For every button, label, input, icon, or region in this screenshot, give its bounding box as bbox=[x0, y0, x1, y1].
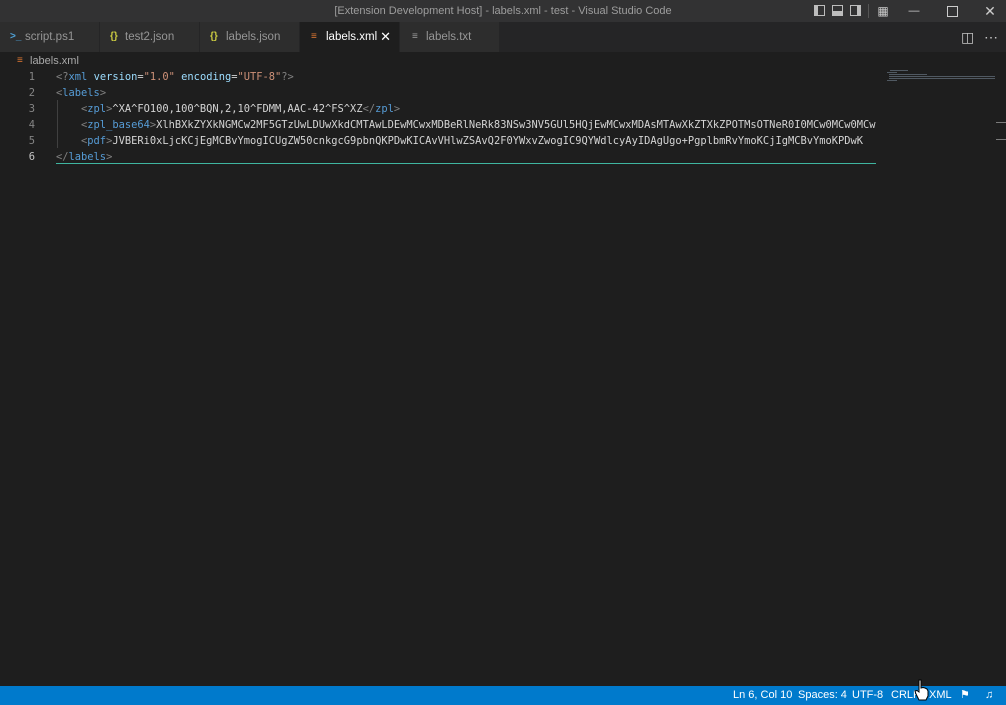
code-editor[interactable]: 1 <?xml version="1.0" encoding="UTF-8"?> 2… bbox=[0, 70, 1006, 686]
code-token: "1.0" bbox=[143, 71, 175, 83]
scrollbar-marker bbox=[996, 122, 1006, 123]
bell-icon[interactable]: ♫ bbox=[985, 686, 993, 705]
line-number: 1 bbox=[28, 71, 35, 83]
tab-label: labels.xml bbox=[326, 31, 378, 43]
cursor-position[interactable]: Ln 6, Col 10 bbox=[733, 686, 792, 705]
indentation[interactable]: Spaces: 4 bbox=[798, 686, 847, 705]
code-line[interactable]: 4 <zpl_base64>XlhBXkZYXkNGMCw2MF5GTzUwLD… bbox=[0, 117, 1006, 133]
rss-icon: ≡ bbox=[311, 31, 317, 42]
more-actions-icon[interactable]: ⋯ bbox=[984, 22, 998, 52]
title-separator bbox=[868, 4, 869, 18]
language-mode[interactable]: XML bbox=[929, 686, 952, 705]
code-line[interactable]: 5 <pdf>JVBERi0xLjcKCjEgMCBvYmogICUgZW50c… bbox=[0, 133, 1006, 149]
close-icon[interactable]: ✕ bbox=[976, 0, 1004, 22]
breadcrumb: ≡ labels.xml bbox=[0, 52, 1006, 70]
code-text: <zpl_base64>XlhBXkZYXkNGMCw2MF5GTzUwLDUw… bbox=[56, 117, 876, 133]
text-file-icon: ≡ bbox=[412, 31, 418, 42]
code-token: ^XA^FO100,100^BQN,2,10^FDMM,AAC-42^FS^XZ bbox=[112, 103, 363, 115]
status-bar: Ln 6, Col 10 Spaces: 4 UTF-8 CRLF XML ⚑ … bbox=[0, 686, 1006, 705]
code-token: ?> bbox=[281, 71, 294, 83]
code-token: xml bbox=[68, 71, 88, 83]
line-number: 6 bbox=[28, 151, 35, 163]
code-token: pdf bbox=[87, 135, 107, 147]
code-token: </ bbox=[56, 151, 69, 163]
code-line[interactable]: 3 <zpl>^XA^FO100,100^BQN,2,10^FDMM,AAC-4… bbox=[0, 101, 1006, 117]
code-token: zpl bbox=[375, 103, 394, 115]
code-text: <?xml version="1.0" encoding="UTF-8"?> bbox=[56, 69, 876, 85]
code-token: > bbox=[106, 151, 113, 163]
code-token: > bbox=[393, 103, 401, 115]
code-token: > bbox=[99, 87, 107, 99]
line-number: 5 bbox=[28, 135, 35, 147]
code-token: zpl_base64 bbox=[87, 119, 150, 131]
code-line[interactable]: 2 <labels> bbox=[0, 85, 1006, 101]
json-icon: {} bbox=[210, 31, 218, 42]
minimap[interactable] bbox=[885, 70, 997, 84]
toggle-secondary-sidebar-icon[interactable] bbox=[850, 5, 861, 16]
close-tab-icon[interactable]: ✕ bbox=[380, 22, 391, 52]
tab-labels-json[interactable]: {} labels.json bbox=[200, 22, 300, 52]
code-token: JVBERi0xLjcKCjEgMCBvYmogICUgZW50cnkgcG9p… bbox=[112, 135, 864, 147]
code-line[interactable]: 1 <?xml version="1.0" encoding="UTF-8"?> bbox=[0, 69, 1006, 85]
code-token: encoding bbox=[181, 71, 232, 83]
code-token: labels bbox=[62, 87, 100, 99]
code-token: labels bbox=[68, 151, 107, 163]
code-text: <zpl>^XA^FO100,100^BQN,2,10^FDMM,AAC-42^… bbox=[56, 101, 876, 117]
tab-test2-json[interactable]: {} test2.json bbox=[100, 22, 200, 52]
feedback-icon[interactable]: ⚑ bbox=[960, 686, 970, 705]
minimize-icon[interactable]: — bbox=[900, 0, 928, 22]
powershell-icon: >_ bbox=[10, 31, 22, 42]
code-text: <labels> bbox=[56, 85, 876, 101]
code-token: "UTF-8" bbox=[237, 71, 282, 83]
title-bar: [Extension Development Host] - labels.xm… bbox=[0, 0, 1006, 22]
tab-label: script.ps1 bbox=[25, 31, 75, 43]
code-token: version bbox=[93, 71, 138, 83]
current-line-highlight bbox=[56, 163, 876, 164]
code-token: XlhBXkZYXkNGMCw2MF5GTzUwLDUwXkdCMTAwLDEw… bbox=[156, 119, 876, 131]
tab-label: labels.json bbox=[226, 31, 281, 43]
toggle-panel-icon[interactable] bbox=[832, 5, 843, 16]
breadcrumb-file[interactable]: labels.xml bbox=[30, 52, 79, 70]
line-number: 4 bbox=[28, 119, 35, 131]
encoding[interactable]: UTF-8 bbox=[852, 686, 883, 705]
code-token: zpl bbox=[87, 103, 107, 115]
maximize-icon[interactable] bbox=[938, 0, 966, 22]
customize-layout-icon[interactable]: ▦ bbox=[875, 0, 891, 22]
line-number: 2 bbox=[28, 87, 35, 99]
tab-label: labels.txt bbox=[426, 31, 472, 43]
split-editor-icon[interactable]: ◫ bbox=[961, 22, 974, 52]
json-icon: {} bbox=[110, 31, 118, 42]
hand-pointer-icon bbox=[914, 679, 929, 701]
tab-labels-xml[interactable]: ≡ labels.xml ✕ bbox=[300, 22, 400, 52]
tab-labels-txt[interactable]: ≡ labels.txt bbox=[400, 22, 500, 52]
code-token: <? bbox=[56, 71, 69, 83]
toggle-primary-sidebar-icon[interactable] bbox=[814, 5, 825, 16]
tab-label: test2.json bbox=[125, 31, 175, 43]
tab-script-ps1[interactable]: >_ script.ps1 bbox=[0, 22, 100, 52]
code-text: <pdf>JVBERi0xLjcKCjEgMCBvYmogICUgZW50cnk… bbox=[56, 133, 876, 149]
line-number: 3 bbox=[28, 103, 35, 115]
code-token: </ bbox=[362, 103, 376, 115]
tab-bar: >_ script.ps1 {} test2.json {} labels.js… bbox=[0, 22, 1006, 52]
scrollbar-marker bbox=[996, 139, 1006, 140]
rss-icon: ≡ bbox=[17, 55, 23, 66]
